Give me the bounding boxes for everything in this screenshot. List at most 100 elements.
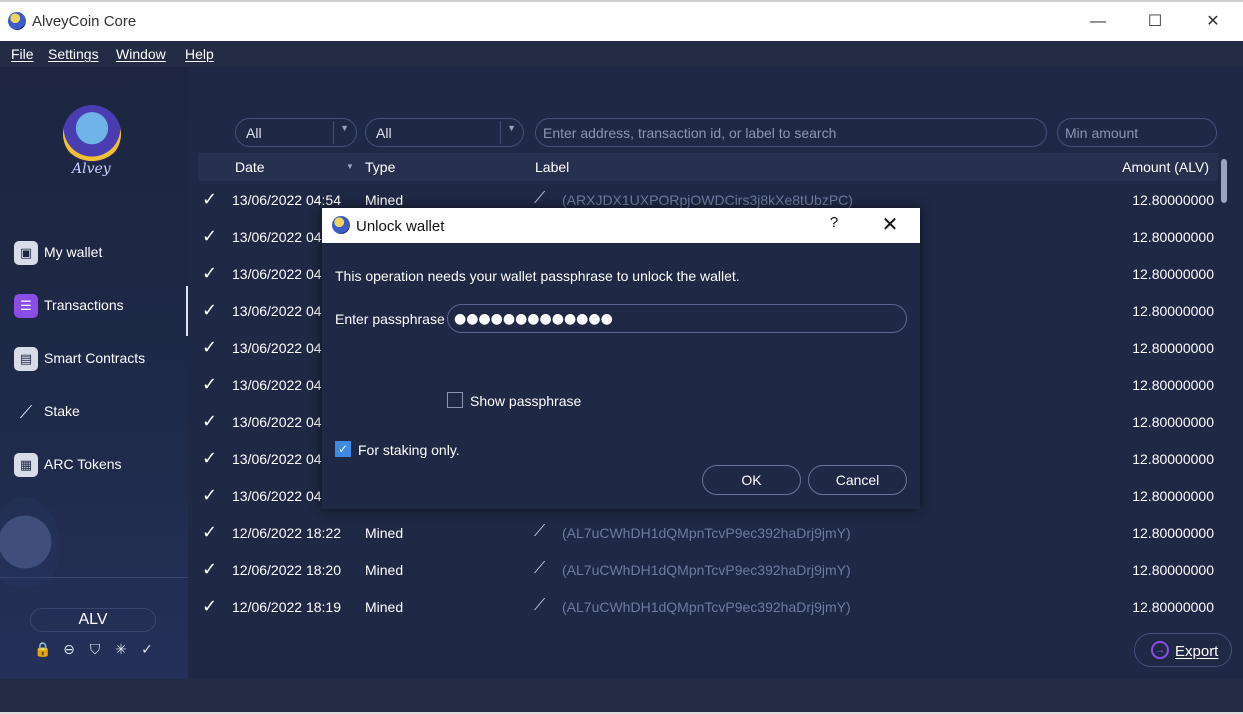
network-icon[interactable]: ✳ — [110, 641, 132, 658]
date-filter-value: All — [246, 125, 262, 141]
column-header-type[interactable]: Type — [365, 159, 395, 175]
row-label: (AL7uCWhDH1dQMpnTcvP9ec392haDrj9jmY) — [562, 562, 851, 578]
stake-icon: ⟋ — [19, 402, 33, 422]
row-amount: 12.80000000 — [1132, 229, 1214, 245]
row-type: Mined — [365, 192, 404, 208]
menu-help[interactable]: Help — [185, 46, 214, 62]
confirmed-check-icon: ✓ — [202, 448, 218, 468]
menu-bar: File Settings Window Help — [0, 41, 1243, 67]
row-amount: 12.80000000 — [1132, 525, 1214, 541]
type-filter-value: All — [376, 125, 392, 141]
sidebar-item-transactions[interactable]: ☰ Transactions — [0, 286, 188, 336]
row-date: 13/06/2022 04 — [232, 229, 322, 245]
sidebar-item-my-wallet[interactable]: ▣ My wallet — [0, 233, 188, 273]
row-amount: 12.80000000 — [1132, 192, 1214, 208]
dialog-title: Unlock wallet — [356, 218, 445, 235]
status-icons: 🔒 ⊖ ⛉ ✳ ✓ — [32, 641, 162, 661]
sidebar: Alvey ▣ My wallet ☰ Transactions ▤ Smart… — [0, 67, 188, 679]
export-button[interactable]: → Export — [1134, 633, 1232, 667]
synced-check-icon[interactable]: ✓ — [136, 641, 158, 658]
row-date: 12/06/2022 18:19 — [232, 599, 341, 615]
unit-selector[interactable]: ALV — [30, 608, 156, 632]
row-type: Mined — [365, 599, 404, 615]
row-date: 13/06/2022 04 — [232, 488, 322, 504]
row-label: (AL7uCWhDH1dQMpnTcvP9ec392haDrj9jmY) — [562, 599, 851, 615]
dialog-close-button[interactable]: ✕ — [876, 212, 904, 238]
row-amount: 12.80000000 — [1132, 488, 1214, 504]
sidebar-divider — [0, 577, 188, 578]
address-label-icon: ⟋ — [534, 190, 546, 207]
column-header-date[interactable]: Date — [235, 159, 265, 175]
minus-circle-icon[interactable]: ⊖ — [58, 641, 80, 658]
passphrase-input[interactable] — [447, 304, 907, 333]
transactions-icon: ☰ — [14, 294, 38, 318]
row-amount: 12.80000000 — [1132, 562, 1214, 578]
wallet-icon: ▣ — [14, 241, 38, 265]
sidebar-item-arc-tokens[interactable]: ▦ ARC Tokens — [0, 445, 188, 485]
background-logo-watermark — [0, 497, 60, 597]
sort-arrow-icon: ▼ — [346, 162, 354, 171]
row-date: 13/06/2022 04 — [232, 303, 322, 319]
shield-icon[interactable]: ⛉ — [84, 641, 106, 658]
minimize-button[interactable]: — — [1075, 6, 1121, 38]
help-button[interactable]: ? — [824, 214, 844, 236]
sidebar-item-smart-contracts[interactable]: ▤ Smart Contracts — [0, 339, 188, 379]
confirmed-check-icon: ✓ — [202, 559, 218, 579]
confirmed-check-icon: ✓ — [202, 226, 218, 246]
column-header-amount[interactable]: Amount (ALV) — [1122, 159, 1209, 175]
row-date: 13/06/2022 04 — [232, 451, 322, 467]
menu-file[interactable]: File — [11, 46, 34, 62]
sidebar-item-label: Stake — [44, 403, 80, 419]
confirmed-check-icon: ✓ — [202, 485, 218, 505]
min-amount-input[interactable] — [1057, 118, 1217, 147]
sidebar-item-stake[interactable]: ⟋ Stake — [0, 392, 188, 432]
confirmed-check-icon: ✓ — [202, 337, 218, 357]
smart-contracts-icon: ▤ — [14, 347, 38, 371]
table-row[interactable]: ✓ 12/06/2022 18:20 Mined ⟋ (AL7uCWhDH1dQMpnT… — [188, 552, 1228, 589]
row-label: (ARXJDX1UXPORpjOWDCirs3j8kXe8tUbzPC) — [562, 192, 853, 208]
sidebar-item-label: Smart Contracts — [44, 350, 146, 366]
search-input[interactable] — [535, 118, 1047, 147]
table-row[interactable]: ✓ 12/06/2022 18:19 Mined ⟋ (AL7uCWhDH1dQMpnT… — [188, 589, 1228, 626]
confirmed-check-icon: ✓ — [202, 522, 218, 542]
row-date: 13/06/2022 04 — [232, 266, 322, 282]
row-amount: 12.80000000 — [1132, 266, 1214, 282]
confirmed-check-icon: ✓ — [202, 411, 218, 431]
passphrase-label: Enter passphrase — [335, 311, 445, 327]
row-amount: 12.80000000 — [1132, 340, 1214, 356]
row-type: Mined — [365, 525, 404, 541]
type-filter-select[interactable]: All ▼ — [365, 118, 524, 147]
checkbox-box[interactable] — [447, 392, 463, 408]
chevron-down-icon: ▼ — [507, 123, 516, 133]
row-date: 12/06/2022 18:20 — [232, 562, 341, 578]
dialog-title-bar: Unlock wallet ? ✕ — [322, 208, 920, 243]
app-logo-icon — [332, 216, 350, 234]
confirmed-check-icon: ✓ — [202, 300, 218, 320]
ok-button[interactable]: OK — [702, 465, 801, 495]
column-header-label[interactable]: Label — [535, 159, 569, 175]
row-amount: 12.80000000 — [1132, 303, 1214, 319]
confirmed-check-icon: ✓ — [202, 374, 218, 394]
row-date: 13/06/2022 04 — [232, 340, 322, 356]
menu-settings[interactable]: Settings — [48, 46, 99, 62]
menu-window[interactable]: Window — [116, 46, 166, 62]
table-row[interactable]: ✓ 12/06/2022 18:22 Mined ⟋ (AL7uCWhDH1dQMpnT… — [188, 515, 1228, 552]
close-window-button[interactable]: ✕ — [1190, 6, 1236, 38]
maximize-button[interactable]: ☐ — [1132, 6, 1178, 38]
row-date: 13/06/2022 04 — [232, 377, 322, 393]
address-label-icon: ⟋ — [534, 523, 546, 540]
scrollbar-thumb[interactable] — [1221, 159, 1227, 203]
chevron-down-icon: ▼ — [340, 123, 349, 133]
checkbox-checked-icon[interactable]: ✓ — [335, 441, 351, 457]
cancel-button[interactable]: Cancel — [808, 465, 907, 495]
date-filter-select[interactable]: All ▼ — [235, 118, 357, 147]
sidebar-item-label: ARC Tokens — [44, 456, 122, 472]
row-date: 13/06/2022 04:54 — [232, 192, 341, 208]
show-passphrase-label: Show passphrase — [470, 393, 582, 409]
row-amount: 12.80000000 — [1132, 599, 1214, 615]
lock-icon[interactable]: 🔒 — [32, 641, 54, 658]
status-bar — [0, 679, 1243, 712]
logo-text: Alvey — [72, 161, 111, 177]
dialog-message: This operation needs your wallet passphr… — [335, 268, 740, 284]
row-amount: 12.80000000 — [1132, 414, 1214, 430]
